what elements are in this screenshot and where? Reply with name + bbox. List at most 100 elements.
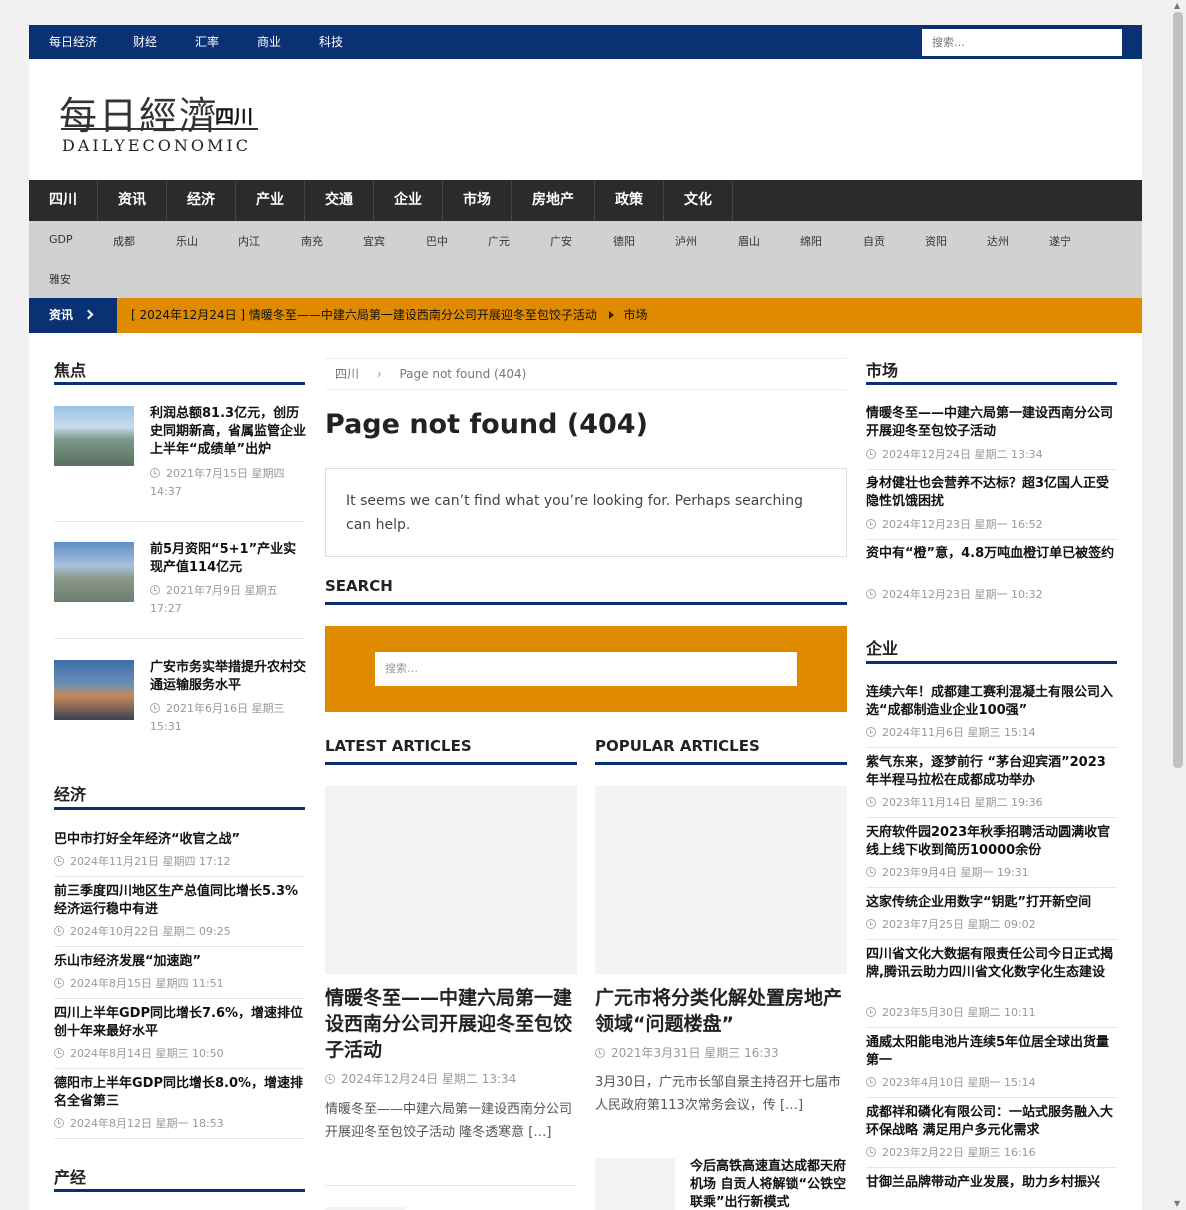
subnav-item[interactable]: 自贡: [863, 233, 885, 249]
subnav-item[interactable]: 雅安: [49, 271, 71, 287]
heading-underline: [54, 807, 305, 810]
article-title[interactable]: 连续六年！成都建工赛利混凝土有限公司入选“成都制造业企业100强”: [866, 684, 1117, 720]
logo-divider: [61, 128, 258, 130]
subnav-item[interactable]: 宜宾: [363, 233, 385, 249]
subnav-item[interactable]: 绵阳: [800, 233, 822, 249]
mainnav-item[interactable]: 政策: [595, 180, 664, 221]
clock-icon: [866, 1007, 876, 1017]
divider: [54, 1068, 305, 1069]
subnav-item[interactable]: 眉山: [738, 233, 760, 249]
ticker-category[interactable]: 市场: [624, 308, 648, 322]
subnav-item[interactable]: 达州: [987, 233, 1009, 249]
subnav-item[interactable]: 乐山: [176, 233, 198, 249]
scroll-up-icon[interactable]: ▲: [1174, 1, 1180, 10]
mainnav-item[interactable]: 市场: [443, 180, 512, 221]
logo-region: 四川: [215, 106, 254, 128]
divider: [54, 998, 305, 999]
article-thumbnail[interactable]: [54, 406, 134, 466]
divider: [54, 946, 305, 947]
topnav-item[interactable]: 汇率: [195, 25, 219, 59]
subnav-item[interactable]: 遂宁: [1049, 233, 1071, 249]
mainnav-item[interactable]: 产业: [236, 180, 305, 221]
article-date: 2023年4月10日 星期一 15:14: [866, 1074, 1036, 1092]
article-title[interactable]: 天府软件园2023年秋季招聘活动圆满收官 线上线下收到简历10000余份: [866, 824, 1117, 860]
mainnav-item[interactable]: 文化: [664, 180, 733, 221]
article-title[interactable]: 乐山市经济发展“加速跑”: [54, 953, 305, 971]
article-date: 2024年12月23日 星期一 16:52: [866, 516, 1043, 534]
clock-icon: [866, 727, 876, 737]
search-input[interactable]: 搜索…: [375, 652, 797, 686]
article-thumbnail[interactable]: [595, 786, 847, 974]
ticker-label: 资讯: [29, 298, 117, 333]
topnav-item[interactable]: 商业: [257, 25, 281, 59]
divider: [866, 817, 1117, 818]
topnav-item[interactable]: 科技: [319, 25, 343, 59]
divider: [866, 747, 1117, 748]
article-time: 14:37: [150, 485, 182, 498]
article-title[interactable]: 前三季度四川地区生产总值同比增长5.3% 经济运行稳中有进: [54, 883, 305, 919]
article-title[interactable]: 情暖冬至——中建六局第一建设西南分公司开展迎冬至包饺子活动: [325, 985, 577, 1063]
subnav-item[interactable]: 德阳: [613, 233, 635, 249]
article-title[interactable]: 这家传统企业用数字“钥匙”打开新空间: [866, 894, 1117, 912]
subnav-item[interactable]: 资阳: [925, 233, 947, 249]
heading-underline: [54, 382, 305, 385]
article-thumbnail[interactable]: [54, 660, 134, 720]
article-title[interactable]: 身材健壮也会营养不达标？超3亿国人正受隐性饥饿困扰: [866, 475, 1117, 511]
subnav-item[interactable]: 南充: [301, 233, 323, 249]
widget-heading-market: 市场: [866, 361, 899, 380]
article-title[interactable]: 甘御兰品牌带动产业发展，助力乡村振兴: [866, 1174, 1117, 1192]
divider: [54, 521, 305, 522]
subnav-item[interactable]: 成都: [113, 233, 135, 249]
mainnav-item[interactable]: 企业: [374, 180, 443, 221]
article-title[interactable]: 资中有“橙”意，4.8万吨血橙订单已被签约: [866, 545, 1117, 563]
scroll-down-icon[interactable]: ▼: [1174, 1199, 1180, 1208]
article-title[interactable]: 成都祥和磷化有限公司：一站式服务融入大环保战略 满足用户多元化需求: [866, 1104, 1117, 1140]
divider: [866, 469, 1117, 470]
scrollbar-thumb[interactable]: [1173, 12, 1183, 768]
article-title[interactable]: 四川上半年GDP同比增长7.6%，增速排位创十年来最好水平: [54, 1005, 305, 1041]
clock-icon: [325, 1074, 335, 1084]
article-title[interactable]: 利润总额81.3亿元，创历史同期新高，省属监管企业上半年“成绩单”出炉: [150, 405, 306, 459]
topnav-item[interactable]: 每日经济: [49, 25, 97, 59]
article-title[interactable]: 前5月资阳“5+1”产业实现产值114亿元: [150, 541, 306, 577]
article-title[interactable]: 紫气东来，逐梦前行 “茅台迎宾酒”2023年半程马拉松在成都成功举办: [866, 754, 1117, 790]
article-thumbnail[interactable]: [54, 542, 134, 602]
article-title[interactable]: 德阳市上半年GDP同比增长8.0%，增速排名全省第三: [54, 1075, 305, 1111]
subnav-item[interactable]: 内江: [238, 233, 260, 249]
article-thumbnail[interactable]: [325, 786, 577, 974]
mainnav-item[interactable]: 四川: [29, 180, 98, 221]
divider: [866, 1167, 1117, 1168]
popular-articles-heading: POPULAR ARTICLES: [595, 737, 760, 755]
ticker-headline[interactable]: [ 2024年12月24日 ] 情暖冬至——中建六局第一建设西南分公司开展迎冬至…: [131, 298, 648, 333]
article-title[interactable]: 广安市务实举措提升农村交通运输服务水平: [150, 659, 306, 695]
article-title[interactable]: 四川省文化大数据有限责任公司今日正式揭牌,腾讯云助力四川省文化数字化生态建设: [866, 946, 1117, 982]
breadcrumb-home[interactable]: 四川: [335, 367, 359, 381]
subnav-item[interactable]: 广安: [550, 233, 572, 249]
clock-icon: [54, 978, 64, 988]
topnav-item[interactable]: 财经: [133, 25, 157, 59]
article-title[interactable]: 通威太阳能电池片连续5年位居全球出货量第一: [866, 1034, 1117, 1070]
article-title[interactable]: 情暖冬至——中建六局第一建设西南分公司开展迎冬至包饺子活动: [866, 405, 1117, 441]
article-date: 2023年9月4日 星期一 19:31: [866, 864, 1029, 882]
ticker-text[interactable]: [ 2024年12月24日 ] 情暖冬至——中建六局第一建设西南分公司开展迎冬至…: [131, 308, 597, 322]
article-title[interactable]: 巴中市打好全年经济“收官之战”: [54, 831, 305, 849]
chevron-right-icon: [83, 309, 94, 320]
widget-heading-focus: 焦点: [54, 361, 87, 380]
article-title[interactable]: 广元市将分类化解处置房地产领域“问题楼盘”: [595, 985, 847, 1037]
subnav-item[interactable]: GDP: [49, 233, 73, 246]
subnav-item[interactable]: 巴中: [426, 233, 448, 249]
subnav-item[interactable]: 广元: [488, 233, 510, 249]
mainnav-item[interactable]: 资讯: [98, 180, 167, 221]
mainnav-item[interactable]: 经济: [167, 180, 236, 221]
breadcrumb-current: Page not found (404): [399, 367, 527, 381]
article-thumbnail[interactable]: [595, 1158, 675, 1210]
article-date: 2021年6月16日 星期三: [150, 700, 306, 718]
mainnav-item[interactable]: 交通: [305, 180, 374, 221]
mainnav-item[interactable]: 房地产: [512, 180, 595, 221]
subnav-item[interactable]: 泸州: [675, 233, 697, 249]
clock-icon: [595, 1048, 605, 1058]
main-nav: 四川 资讯 经济 产业 交通 企业 市场 房地产 政策 文化: [29, 180, 1142, 221]
top-search-input[interactable]: [922, 29, 1122, 56]
latest-articles-heading: LATEST ARTICLES: [325, 737, 472, 755]
article-title[interactable]: 今后高铁高速直达成都天府机场 自贡人将解锁“公铁空联乘”出行新模式: [690, 1158, 848, 1210]
